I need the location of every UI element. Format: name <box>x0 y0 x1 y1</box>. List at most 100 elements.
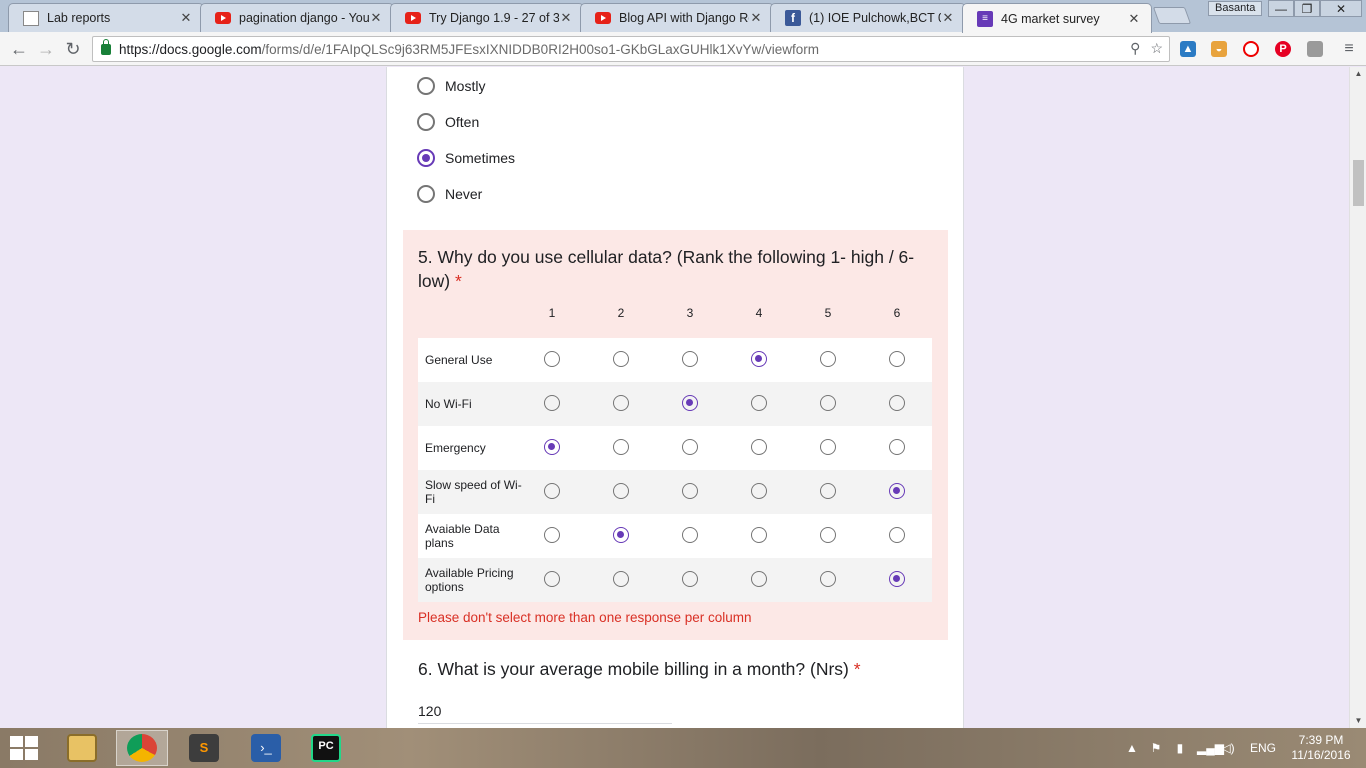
scroll-thumb[interactable] <box>1353 160 1364 206</box>
zoom-icon[interactable]: ⚲ <box>1130 40 1140 57</box>
reload-icon[interactable]: ↻ <box>60 36 86 62</box>
grid-radio-button[interactable] <box>889 395 905 411</box>
new-tab-button[interactable] <box>1152 7 1192 24</box>
close-icon[interactable]: ✕ <box>369 10 383 26</box>
extension-basket-icon[interactable]: ◒ <box>1211 41 1227 57</box>
tab-title: Lab reports <box>47 11 111 25</box>
battery-icon[interactable]: ▮ <box>1173 741 1187 755</box>
radio-button[interactable] <box>417 77 435 95</box>
close-icon[interactable]: ✕ <box>559 10 573 26</box>
grid-radio-button[interactable] <box>544 571 560 587</box>
grid-radio-button[interactable] <box>682 527 698 543</box>
grid-radio-button[interactable] <box>751 439 767 455</box>
minimize-button[interactable]: — <box>1268 0 1294 17</box>
browser-tab[interactable]: f (1) IOE Pulchowk,BCT 0 ✕ <box>770 3 966 32</box>
back-arrow-icon[interactable]: ← <box>6 36 32 62</box>
grid-radio-button[interactable] <box>751 571 767 587</box>
grid-radio-button[interactable] <box>682 395 698 411</box>
grid-radio-button[interactable] <box>682 483 698 499</box>
grid-radio-button[interactable] <box>682 351 698 367</box>
grid-radio-button[interactable] <box>544 439 560 455</box>
close-icon[interactable]: ✕ <box>749 10 763 26</box>
grid-radio-button[interactable] <box>682 439 698 455</box>
language-indicator[interactable]: ENG <box>1250 741 1276 755</box>
grid-radio-button[interactable] <box>820 571 836 587</box>
clock-time: 7:39 PM <box>1298 733 1344 747</box>
grid-row: General Use <box>418 338 932 382</box>
action-center-flag-icon[interactable]: ⚑ <box>1149 741 1163 755</box>
show-hidden-icons-icon[interactable]: ▲ <box>1125 741 1139 755</box>
grid-radio-button[interactable] <box>820 439 836 455</box>
url-path: /forms/d/e/1FAIpQLSc9j63RM5JFEsxIXNIDDB0… <box>261 41 820 57</box>
browser-tab[interactable]: Blog API with Django Re ✕ <box>580 3 774 32</box>
question-5-card: 5. Why do you use cellular data? (Rank t… <box>403 230 948 640</box>
grid-radio-button[interactable] <box>544 483 560 499</box>
grid-radio-button[interactable] <box>889 527 905 543</box>
radio-button[interactable] <box>417 113 435 131</box>
radio-button[interactable] <box>417 185 435 203</box>
scroll-up-arrow-icon[interactable]: ▲ <box>1350 67 1366 81</box>
grid-radio-button[interactable] <box>613 395 629 411</box>
radio-option[interactable]: Often <box>417 113 479 131</box>
validation-error: Please don't select more than one respon… <box>418 610 752 625</box>
grid-radio-button[interactable] <box>613 527 629 543</box>
close-icon[interactable]: ✕ <box>1127 11 1141 27</box>
grid-radio-button[interactable] <box>751 351 767 367</box>
bookmark-star-icon[interactable]: ☆ <box>1150 40 1163 57</box>
grid-radio-button[interactable] <box>751 527 767 543</box>
youtube-icon <box>405 12 421 24</box>
forward-arrow-icon[interactable]: → <box>33 36 59 62</box>
extension-grey-icon[interactable] <box>1307 41 1323 57</box>
radio-option[interactable]: Sometimes <box>417 149 515 167</box>
billing-answer-input[interactable]: 120 <box>418 703 672 724</box>
sublime-text-icon[interactable]: S <box>178 730 230 766</box>
maximize-button[interactable]: ❐ <box>1294 0 1320 17</box>
grid-column-label: 4 <box>755 306 763 320</box>
menu-icon[interactable]: ≡ <box>1336 36 1362 62</box>
profile-button[interactable]: Basanta <box>1208 1 1263 16</box>
grid-radio-button[interactable] <box>544 351 560 367</box>
opera-icon[interactable] <box>1243 41 1259 57</box>
grid-radio-button[interactable] <box>544 527 560 543</box>
pinterest-icon[interactable]: P <box>1275 41 1291 57</box>
radio-option[interactable]: Mostly <box>417 77 485 95</box>
file-explorer-icon[interactable] <box>56 730 108 766</box>
browser-tab[interactable]: Lab reports ✕ <box>8 3 204 32</box>
scroll-down-arrow-icon[interactable]: ▼ <box>1350 714 1366 728</box>
grid-radio-button[interactable] <box>613 351 629 367</box>
grid-radio-button[interactable] <box>613 483 629 499</box>
close-icon[interactable]: ✕ <box>179 10 193 26</box>
pycharm-icon[interactable]: PC <box>300 730 352 766</box>
chrome-icon[interactable] <box>116 730 168 766</box>
address-bar[interactable]: https://docs.google.com/forms/d/e/1FAIpQ… <box>92 36 1170 62</box>
grid-radio-button[interactable] <box>613 571 629 587</box>
extension-app-icon[interactable]: ▲ <box>1180 41 1196 57</box>
close-icon[interactable]: ✕ <box>941 10 955 26</box>
grid-radio-button[interactable] <box>544 395 560 411</box>
grid-radio-button[interactable] <box>751 483 767 499</box>
grid-radio-button[interactable] <box>820 483 836 499</box>
browser-tab[interactable]: Try Django 1.9 - 27 of 38 ✕ <box>390 3 584 32</box>
grid-radio-button[interactable] <box>682 571 698 587</box>
close-window-button[interactable]: ✕ <box>1320 0 1362 17</box>
grid-radio-button[interactable] <box>889 351 905 367</box>
grid-radio-button[interactable] <box>820 527 836 543</box>
volume-icon[interactable]: ◁) <box>1221 741 1235 755</box>
powershell-icon[interactable]: ›_ <box>240 730 292 766</box>
radio-button[interactable] <box>417 149 435 167</box>
clock[interactable]: 7:39 PM 11/16/2016 <box>1288 733 1354 763</box>
browser-tab[interactable]: ≡ 4G market survey ✕ <box>962 3 1152 33</box>
grid-radio-button[interactable] <box>751 395 767 411</box>
grid-radio-button[interactable] <box>820 395 836 411</box>
grid-radio-button[interactable] <box>820 351 836 367</box>
network-signal-icon[interactable]: ▂▄▆ <box>1197 741 1224 755</box>
grid-radio-button[interactable] <box>889 439 905 455</box>
grid-radio-button[interactable] <box>889 483 905 499</box>
radio-option[interactable]: Never <box>417 185 482 203</box>
grid-row-label: Available Pricing options <box>425 566 514 594</box>
windows-start-icon[interactable] <box>10 736 38 760</box>
grid-radio-button[interactable] <box>889 571 905 587</box>
grid-radio-button[interactable] <box>613 439 629 455</box>
scrollbar[interactable]: ▲ ▼ <box>1349 67 1366 728</box>
browser-tab[interactable]: pagination django - You ✕ <box>200 3 394 32</box>
